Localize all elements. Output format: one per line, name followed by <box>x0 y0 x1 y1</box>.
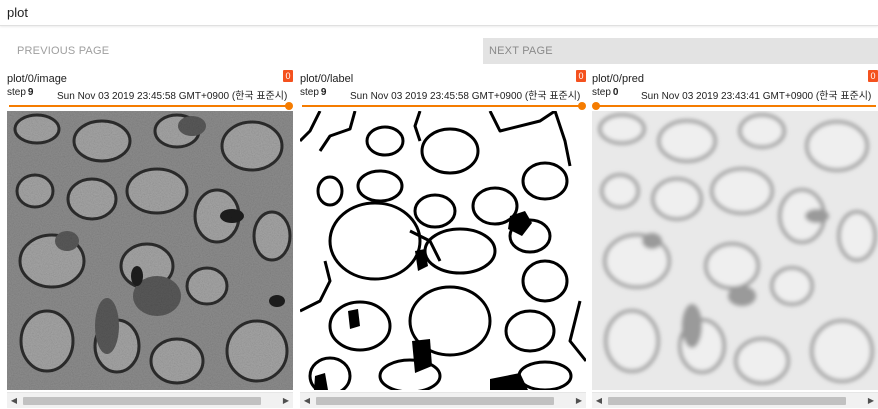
slider-track <box>594 105 876 107</box>
image-view <box>592 111 878 390</box>
scrollbar-thumb[interactable] <box>608 397 846 405</box>
label-image <box>300 111 586 390</box>
em-image <box>7 111 293 390</box>
horizontal-scrollbar[interactable]: ◀ ▶ <box>300 392 586 408</box>
image-card-pred: plot/0/pred 0 step 0 Sun Nov 03 2019 23:4… <box>592 70 878 409</box>
previous-page-button[interactable]: PREVIOUS PAGE <box>11 38 311 64</box>
sample-badge: 0 <box>868 70 878 82</box>
step-label: step <box>592 87 611 98</box>
step-value: 9 <box>27 87 34 98</box>
slider-knob[interactable] <box>592 102 600 110</box>
step-readout: step 9 <box>300 87 326 98</box>
image-card-label: plot/0/label 0 step 9 Sun Nov 03 2019 23:… <box>300 70 586 409</box>
triangle-left-icon[interactable]: ◀ <box>300 394 314 408</box>
step-readout: step 9 <box>7 87 33 98</box>
scrollbar-thumb[interactable] <box>316 397 554 405</box>
image-view <box>300 111 586 390</box>
image-card-image: plot/0/image 0 step 9 Sun Nov 03 2019 23:… <box>7 70 293 409</box>
step-label: step <box>7 87 26 98</box>
horizontal-scrollbar[interactable]: ◀ ▶ <box>592 392 878 408</box>
step-slider[interactable] <box>7 101 293 111</box>
horizontal-scrollbar[interactable]: ◀ ▶ <box>7 392 293 408</box>
sample-badge: 0 <box>283 70 293 82</box>
scrollbar-thumb[interactable] <box>23 397 261 405</box>
image-view <box>7 111 293 390</box>
step-label: step <box>300 87 319 98</box>
triangle-left-icon[interactable]: ◀ <box>7 394 21 408</box>
triangle-left-icon[interactable]: ◀ <box>592 394 606 408</box>
slider-track <box>9 105 291 107</box>
pred-image <box>592 111 878 390</box>
slider-knob[interactable] <box>285 102 293 110</box>
dashboard-header: plot <box>0 0 878 26</box>
timestamp: Sun Nov 03 2019 23:45:58 GMT+0900 (한국 표준… <box>57 91 288 102</box>
next-page-button[interactable]: NEXT PAGE <box>483 38 878 64</box>
timestamp: Sun Nov 03 2019 23:43:41 GMT+0900 (한국 표준… <box>641 91 872 102</box>
card-title: plot/0/image <box>7 73 67 85</box>
step-value: 0 <box>612 87 619 98</box>
step-value: 9 <box>320 87 327 98</box>
step-slider[interactable] <box>300 101 586 111</box>
step-slider[interactable] <box>592 101 878 111</box>
page-title: plot <box>7 5 28 20</box>
triangle-right-icon[interactable]: ▶ <box>279 394 293 408</box>
triangle-right-icon[interactable]: ▶ <box>864 394 878 408</box>
slider-knob[interactable] <box>578 102 586 110</box>
card-title: plot/0/label <box>300 73 354 85</box>
step-readout: step 0 <box>592 87 618 98</box>
card-title: plot/0/pred <box>592 73 644 85</box>
timestamp: Sun Nov 03 2019 23:45:58 GMT+0900 (한국 표준… <box>350 91 581 102</box>
slider-track <box>302 105 584 107</box>
sample-badge: 0 <box>576 70 586 82</box>
triangle-right-icon[interactable]: ▶ <box>572 394 586 408</box>
